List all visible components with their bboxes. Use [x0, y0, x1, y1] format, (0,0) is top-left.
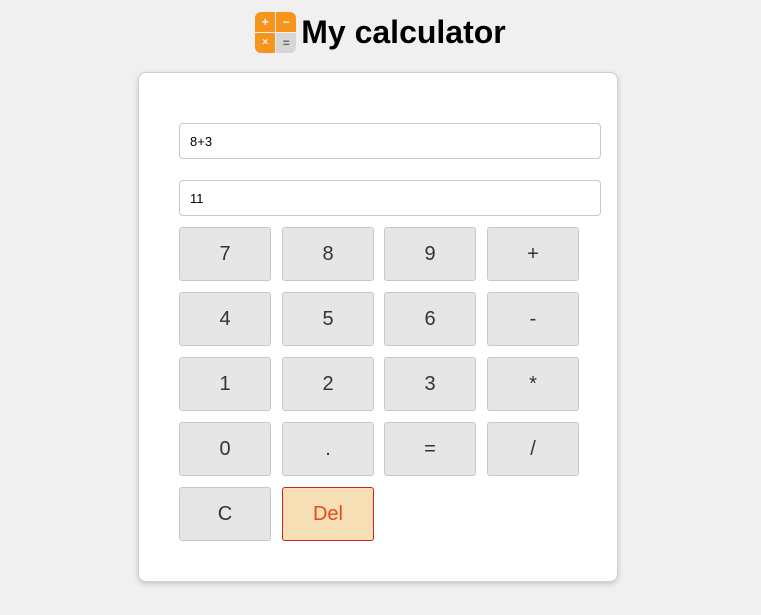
equals-icon: = — [276, 32, 297, 53]
key-minus[interactable]: - — [487, 292, 579, 346]
clear-button[interactable]: C — [179, 487, 271, 541]
calculator-panel: 7 8 9 + 4 5 6 - 1 2 3 * 0 . = / C Del — [138, 72, 618, 582]
key-8[interactable]: 8 — [282, 227, 374, 281]
plus-icon: + — [255, 11, 276, 32]
key-3[interactable]: 3 — [384, 357, 476, 411]
calculator-logo-icon: + − × = — [255, 11, 297, 53]
key-multiply[interactable]: * — [487, 357, 579, 411]
times-icon: × — [255, 32, 276, 53]
app-header: + − × = My calculator — [0, 11, 761, 53]
key-plus[interactable]: + — [487, 227, 579, 281]
key-4[interactable]: 4 — [179, 292, 271, 346]
delete-button[interactable]: Del — [282, 487, 374, 541]
key-5[interactable]: 5 — [282, 292, 374, 346]
key-decimal[interactable]: . — [282, 422, 374, 476]
key-1[interactable]: 1 — [179, 357, 271, 411]
result-field[interactable] — [179, 180, 601, 216]
expression-input[interactable] — [179, 123, 601, 159]
key-7[interactable]: 7 — [179, 227, 271, 281]
key-divide[interactable]: / — [487, 422, 579, 476]
key-6[interactable]: 6 — [384, 292, 476, 346]
minus-icon: − — [276, 11, 297, 32]
key-0[interactable]: 0 — [179, 422, 271, 476]
page-title: My calculator — [301, 13, 506, 50]
key-2[interactable]: 2 — [282, 357, 374, 411]
key-equals[interactable]: = — [384, 422, 476, 476]
key-9[interactable]: 9 — [384, 227, 476, 281]
